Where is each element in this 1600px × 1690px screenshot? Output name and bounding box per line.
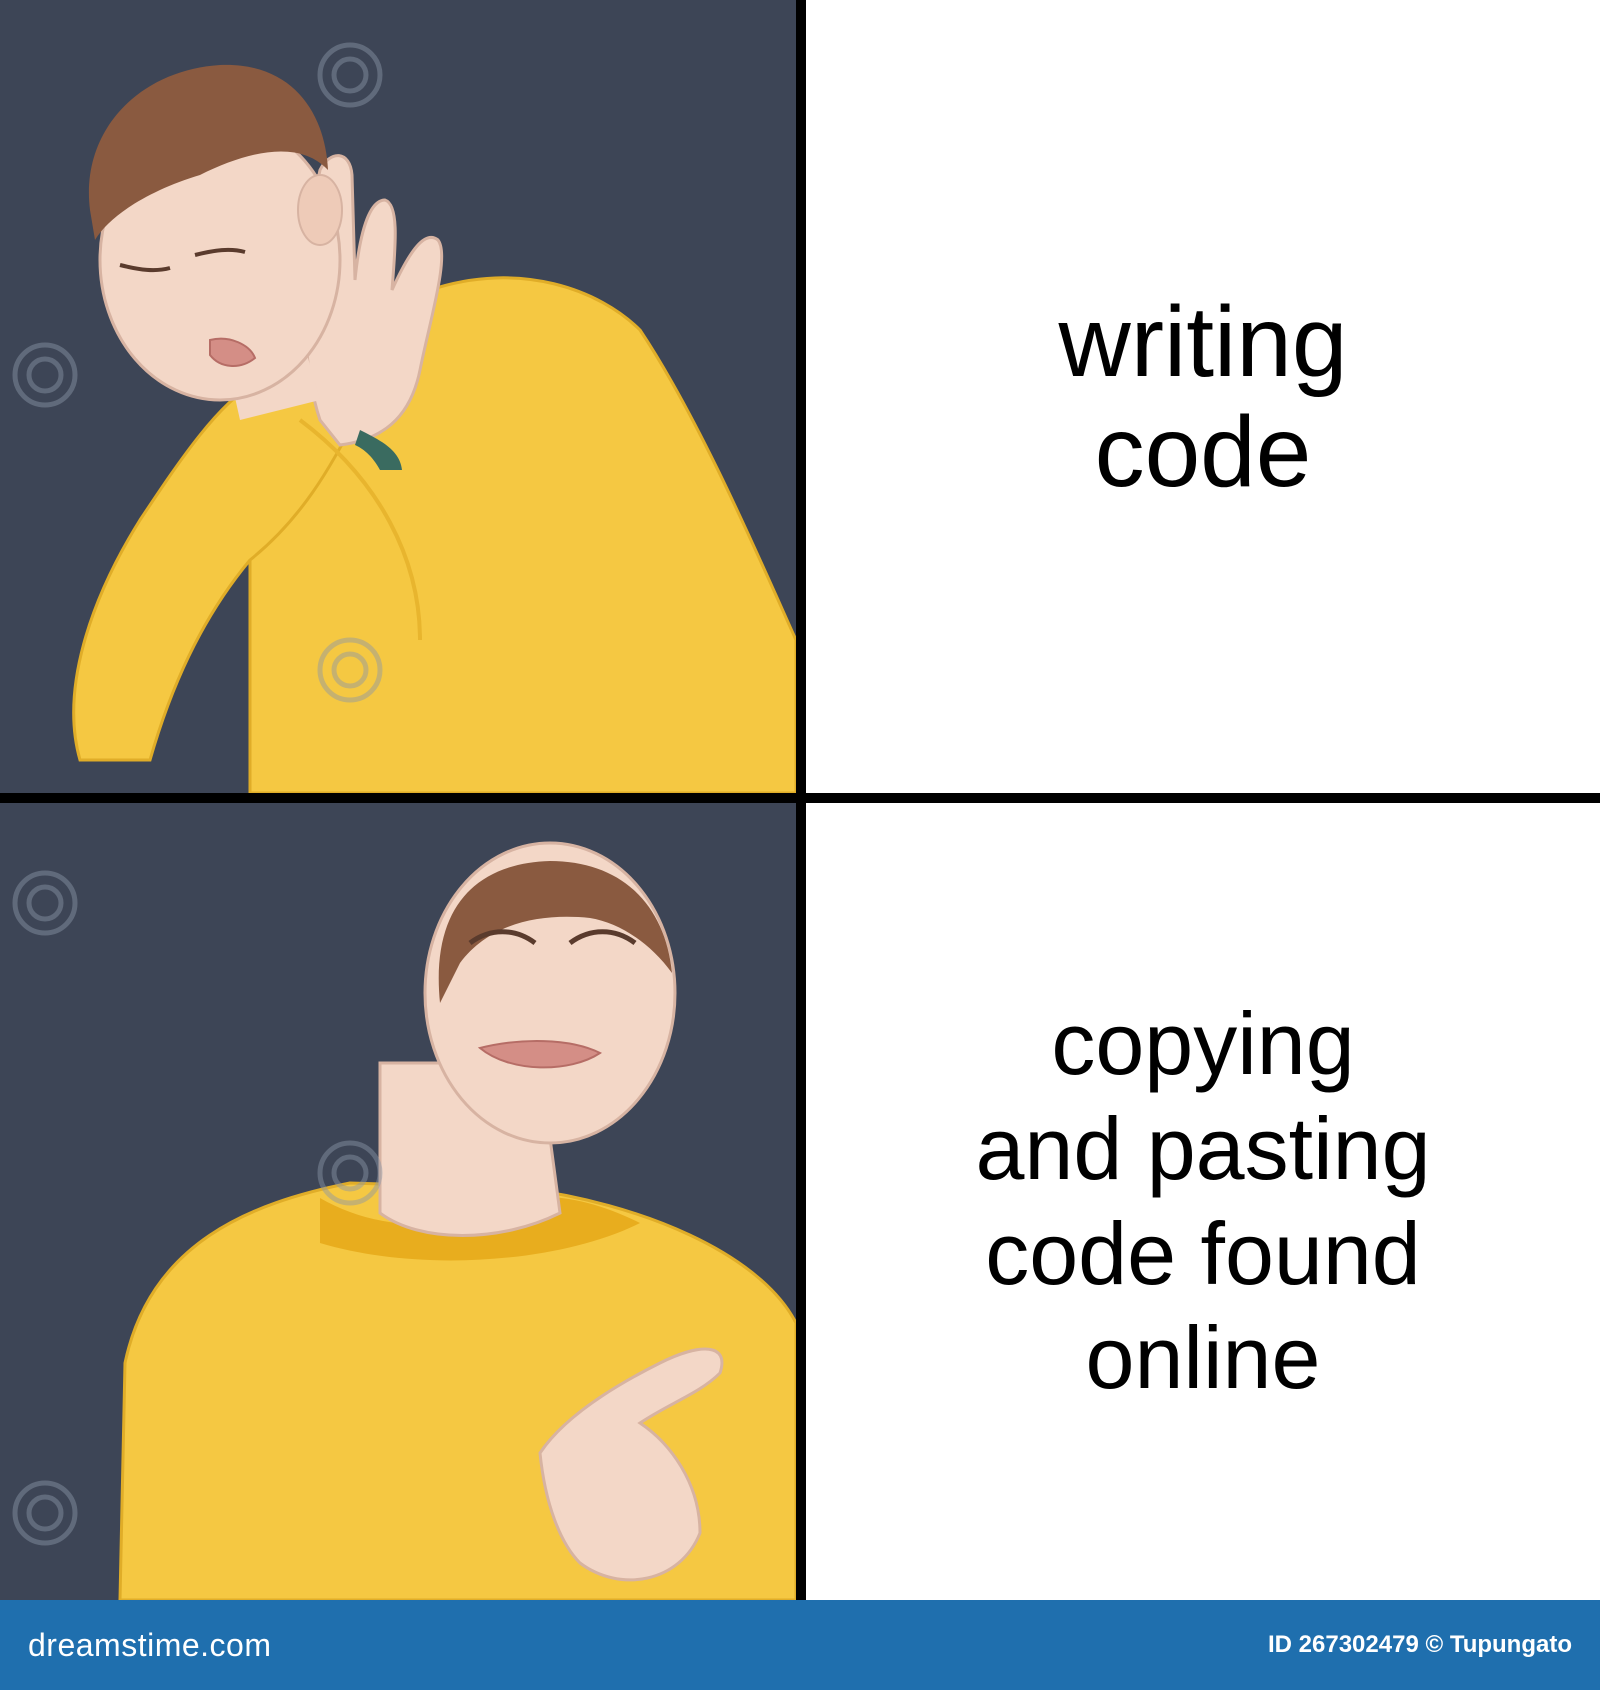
approve-man-illustration xyxy=(12,841,796,1600)
footer-credit: ID 267302479 © Tupungato xyxy=(1268,1631,1572,1658)
footer-brand: dreamstime.com xyxy=(28,1626,272,1663)
reject-illustration-panel xyxy=(0,0,796,793)
approve-caption: copying and pasting code found online xyxy=(975,994,1431,1408)
meme-grid: writing code copying and pasting code fo… xyxy=(0,0,1600,1600)
approve-illustration-panel xyxy=(0,803,796,1600)
reject-man-illustration xyxy=(12,42,796,793)
reject-caption-panel: writing code xyxy=(806,0,1600,793)
reject-caption: writing code xyxy=(1058,285,1348,508)
stock-footer-bar: dreamstime.com ID 267302479 © Tupungato xyxy=(0,1600,1600,1690)
approve-caption-panel: copying and pasting code found online xyxy=(806,803,1600,1600)
